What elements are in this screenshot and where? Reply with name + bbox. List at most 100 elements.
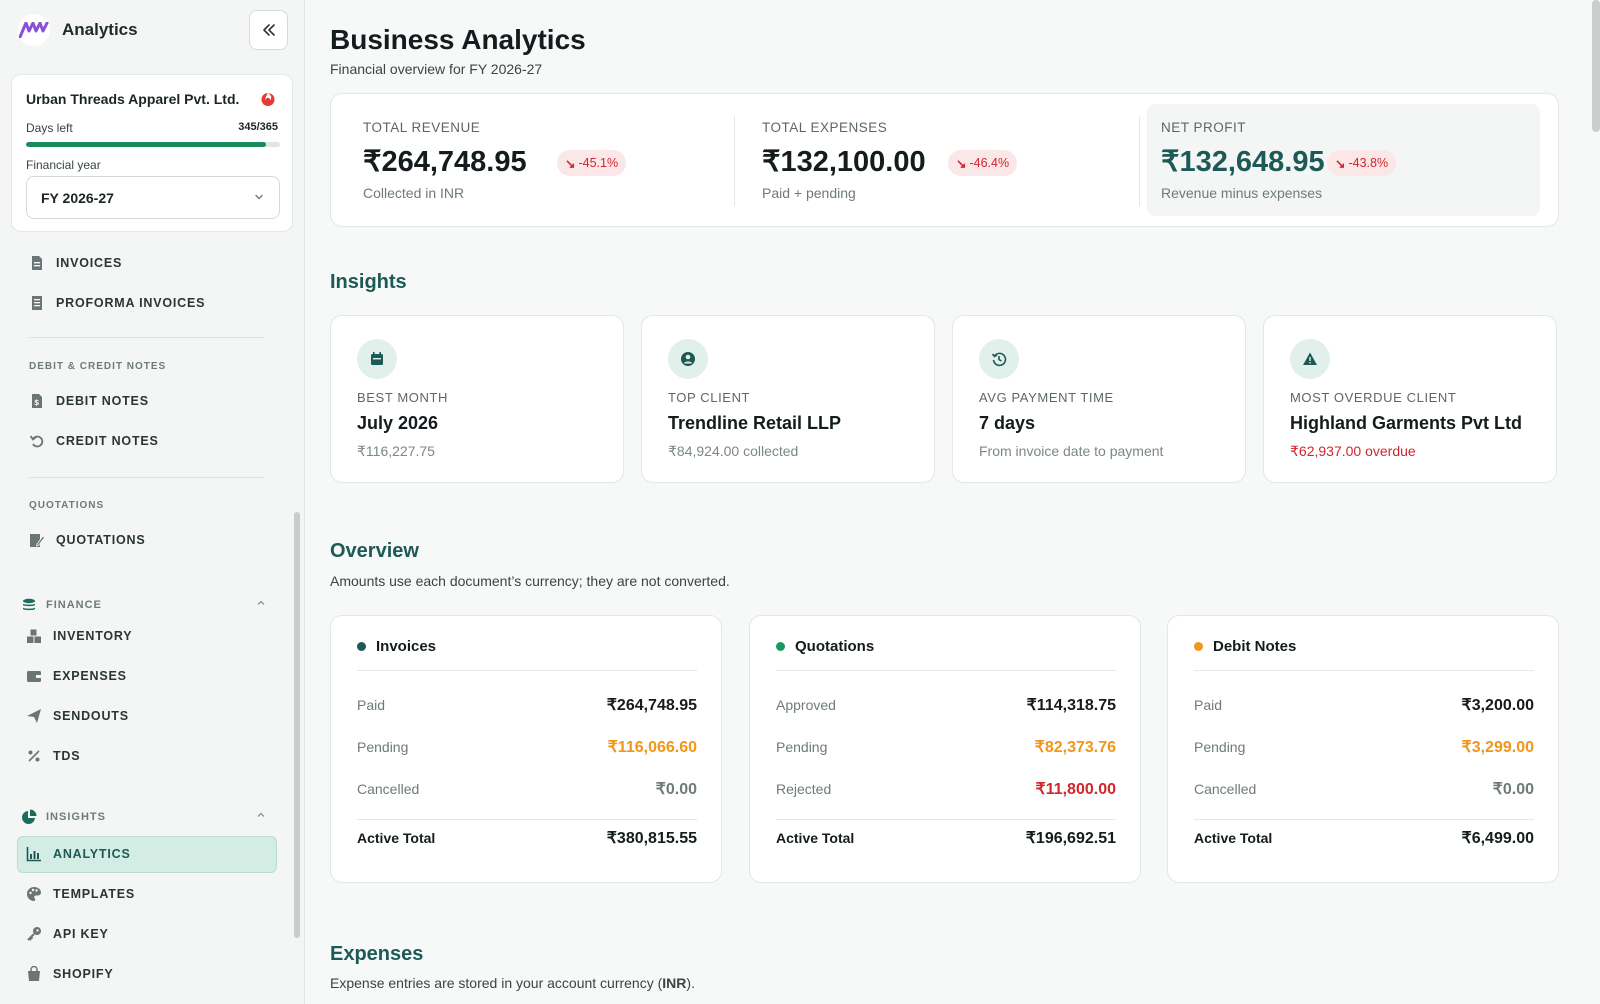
kpi-change-value: -43.8% (1348, 156, 1389, 170)
sidebar-item-label: ANALYTICS (53, 847, 131, 861)
overview-row: Cancelled ₹0.00 (357, 779, 697, 799)
sidebar-item-shopify[interactable]: SHOPIFY (25, 956, 113, 992)
financial-year-value: FY 2026-27 (41, 189, 114, 206)
overview-row: Cancelled ₹0.00 (1194, 779, 1534, 799)
collapse-sidebar-button[interactable] (249, 10, 288, 50)
sidebar-item-tds[interactable]: TDS (25, 738, 80, 774)
trend-down-icon: ↘ (956, 156, 967, 171)
overview-card-header: Quotations (776, 638, 874, 655)
overview-subtitle: Amounts use each document’s currency; th… (330, 573, 730, 589)
chevron-down-icon (255, 194, 263, 200)
insight-value: Highland Garments Pvt Ltd (1290, 413, 1523, 433)
overview-row: Paid ₹3,200.00 (1194, 695, 1534, 715)
section-label-quotations: QUOTATIONS (29, 500, 105, 511)
overview-row: Rejected ₹11,800.00 (776, 779, 1116, 799)
insight-value: 7 days (979, 413, 1036, 433)
overview-row: Pending ₹3,299.00 (1194, 737, 1534, 757)
trend-down-icon: ↘ (565, 156, 576, 171)
expenses-subtitle: Expense entries are stored in your accou… (330, 975, 695, 991)
kpi-net-profit: NET PROFIT ₹132,648.95 ↘ -43.8% Revenue m… (1129, 94, 1549, 228)
row-label: Rejected (776, 781, 832, 797)
divider (29, 477, 265, 478)
row-label: Pending (776, 739, 828, 755)
svg-text:$: $ (34, 398, 40, 407)
kpi-change-badge: ↘ -46.4% (948, 150, 1018, 176)
row-value: ₹11,800.00 (1035, 781, 1116, 798)
sidebar-item-analytics[interactable]: ANALYTICS (25, 836, 131, 872)
key-icon (25, 925, 43, 943)
sidebar-item-quotations[interactable]: QUOTATIONS (28, 522, 145, 558)
sidebar-item-credit-notes[interactable]: CREDIT NOTES (28, 423, 159, 459)
insight-card-avg-payment-time: AVG PAYMENT TIME 7 days From invoice dat… (952, 315, 1246, 483)
overview-total-row: Active Total ₹380,815.55 (357, 828, 697, 848)
overview-title: Overview (330, 540, 419, 562)
overview-card-invoices: Invoices Paid ₹264,748.95 Pending ₹116,066… (330, 615, 722, 883)
days-progress-fill (26, 142, 267, 147)
row-label: Paid (1194, 697, 1223, 713)
insight-subtext: From invoice date to payment (979, 443, 1164, 459)
insight-subtext: ₹62,937.00 overdue (1290, 443, 1416, 459)
chevron-up-icon (257, 600, 265, 605)
divider (776, 670, 1116, 671)
row-label: Pending (357, 739, 409, 755)
double-chevron-left-icon (262, 24, 275, 36)
row-label: Cancelled (1194, 781, 1257, 797)
sidebar-item-api-key[interactable]: API KEY (25, 916, 109, 952)
overview-card-title: Debit Notes (1213, 638, 1297, 655)
brand: Analytics (18, 14, 138, 46)
divider (357, 819, 697, 820)
days-left-label: Days left (26, 121, 73, 135)
sidebar-item-label: TEMPLATES (53, 887, 135, 901)
divider (1194, 819, 1534, 820)
kpi-value: ₹132,100.00 (762, 146, 926, 178)
sidebar-item-debit-notes[interactable]: $ DEBIT NOTES (28, 383, 149, 419)
overview-card-title: Quotations (795, 638, 875, 655)
row-value: ₹82,373.76 (1034, 739, 1116, 756)
sidebar-item-label: SENDOUTS (53, 709, 129, 723)
sidebar-scrollbar[interactable] (294, 512, 300, 938)
sidebar-item-expenses[interactable]: EXPENSES (25, 658, 127, 694)
section-label-debit-credit: DEBIT & CREDIT NOTES (29, 361, 167, 372)
sidebar-item-label: QUOTATIONS (56, 533, 146, 547)
overview-row: Pending ₹82,373.76 (776, 737, 1116, 757)
kpi-total-revenue: TOTAL REVENUE ₹264,748.95 ↘ -45.1% Collec… (331, 94, 731, 228)
insight-subtext: ₹84,924.00 collected (668, 443, 799, 459)
nav-group-finance[interactable]: FINANCE (20, 596, 272, 614)
divider (29, 337, 265, 338)
trend-down-icon: ↘ (1335, 156, 1346, 171)
sidebar-item-invoices[interactable]: INVOICES (28, 245, 122, 281)
overview-card-header: Invoices (357, 638, 436, 655)
coins-icon (20, 596, 38, 614)
calendar-icon (357, 339, 397, 379)
kpi-change-value: -46.4% (969, 156, 1010, 170)
brand-title: Analytics (62, 20, 138, 39)
sidebar-item-label: INVOICES (56, 256, 123, 270)
sidebar-item-sendouts[interactable]: SENDOUTS (25, 698, 129, 734)
row-label: Approved (776, 697, 836, 713)
insight-card-best-month: BEST MONTH July 2026 ₹116,227.75 (330, 315, 624, 483)
insight-label: AVG PAYMENT TIME (979, 390, 1114, 405)
financial-year-select[interactable]: FY 2026-27 (26, 176, 280, 219)
days-left-value: 345/365 (238, 121, 278, 133)
insight-value: July 2026 (357, 413, 439, 433)
total-value: ₹6,499.00 (1461, 830, 1534, 847)
status-dot (1194, 642, 1203, 651)
shopping-bag-icon (25, 965, 43, 983)
sidebar-item-templates[interactable]: TEMPLATES (25, 876, 135, 912)
pie-chart-icon (20, 808, 38, 826)
kpi-subtext: Revenue minus expenses (1161, 185, 1323, 201)
main-scrollbar[interactable] (1592, 0, 1600, 132)
nav-group-insights[interactable]: INSIGHTS (20, 808, 272, 826)
sidebar-item-label: API KEY (53, 927, 109, 941)
kpi-label: NET PROFIT (1161, 120, 1247, 135)
expenses-title: Expenses (330, 943, 424, 965)
status-dot (776, 642, 785, 651)
main-content: Business Analytics Financial overview fo… (305, 0, 1600, 1004)
sidebar-item-proforma-invoices[interactable]: PROFORMA INVOICES (28, 285, 205, 321)
divider (1194, 670, 1534, 671)
insight-label: MOST OVERDUE CLIENT (1290, 390, 1457, 405)
total-label: Active Total (357, 830, 436, 846)
sidebar-item-inventory[interactable]: INVENTORY (25, 618, 132, 654)
expenses-subtitle-suffix: ). (686, 975, 695, 991)
kpi-change-value: -45.1% (578, 156, 619, 170)
